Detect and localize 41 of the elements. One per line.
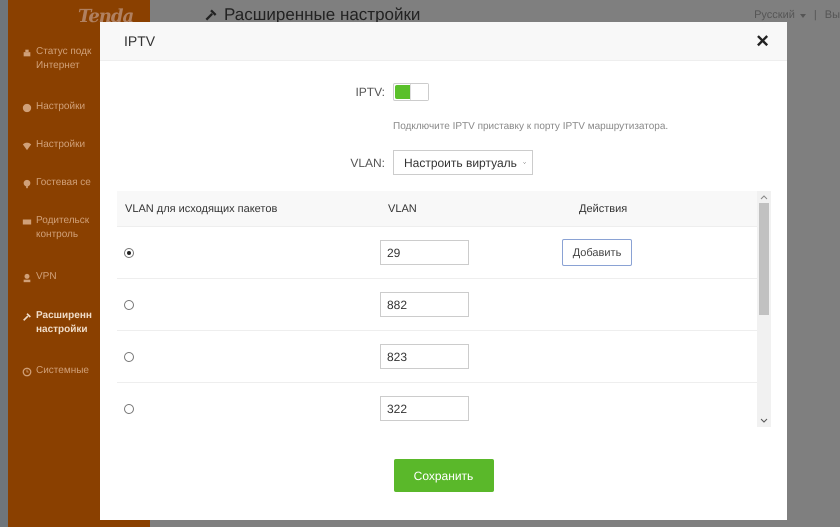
field-label: VLAN: [350, 156, 385, 170]
menu-item-icon [22, 217, 32, 227]
dialog-title: IPTV [124, 33, 156, 49]
menu-item-icon [22, 103, 32, 113]
sidebar-item[interactable]: VPN [8, 267, 100, 306]
sidebar-item[interactable]: Расширенн настройки [8, 306, 100, 361]
hint-text: Подключите IPTV приставку к порту IPTV маршрутизатора. [393, 121, 668, 132]
menu-item-icon [22, 273, 32, 283]
vlan-input[interactable]: 29 [380, 240, 469, 265]
radio-button[interactable] [124, 404, 134, 414]
vlan-input[interactable]: 823 [380, 344, 469, 369]
page-title: Расширенные настройки [224, 5, 420, 25]
menu-item-icon [22, 367, 32, 377]
column-header: Действия [578, 202, 628, 214]
sidebar-item[interactable]: Гостевая се [8, 173, 100, 211]
radio-button[interactable] [124, 248, 134, 258]
vlan-input[interactable]: 322 [380, 396, 469, 421]
separator: | [814, 9, 817, 21]
wrench-icon [204, 8, 218, 22]
sidebar-item[interactable]: Родительск контроль [8, 211, 100, 267]
radio-button[interactable] [124, 300, 134, 310]
vlan-select[interactable]: Настроить виртуаль [393, 150, 533, 175]
menu-item-icon [22, 179, 32, 189]
menu-item-icon [22, 141, 32, 151]
add-button[interactable]: Добавить [562, 239, 632, 266]
sidebar-item[interactable]: Системные [8, 361, 100, 401]
close-button[interactable]: × [756, 30, 769, 52]
save-button[interactable]: Сохранить [394, 459, 494, 492]
radio-button[interactable] [124, 352, 134, 362]
scrollbar[interactable] [757, 191, 771, 427]
vlan-input[interactable]: 882 [380, 292, 469, 317]
menu-item-icon [22, 312, 32, 322]
field-label: IPTV: [355, 85, 385, 99]
sidebar-item[interactable]: Настройки [8, 97, 100, 135]
menu-item-icon [22, 48, 32, 58]
sidebar-item[interactable]: Статус подк Интернет [8, 42, 100, 97]
column-header: VLAN [387, 202, 417, 214]
sidebar-item[interactable]: Настройки [8, 135, 100, 173]
brand-logo: Tenda [78, 6, 134, 27]
column-header: VLAN для исходящих пакетов [124, 202, 278, 214]
iptv-toggle[interactable] [393, 83, 429, 101]
